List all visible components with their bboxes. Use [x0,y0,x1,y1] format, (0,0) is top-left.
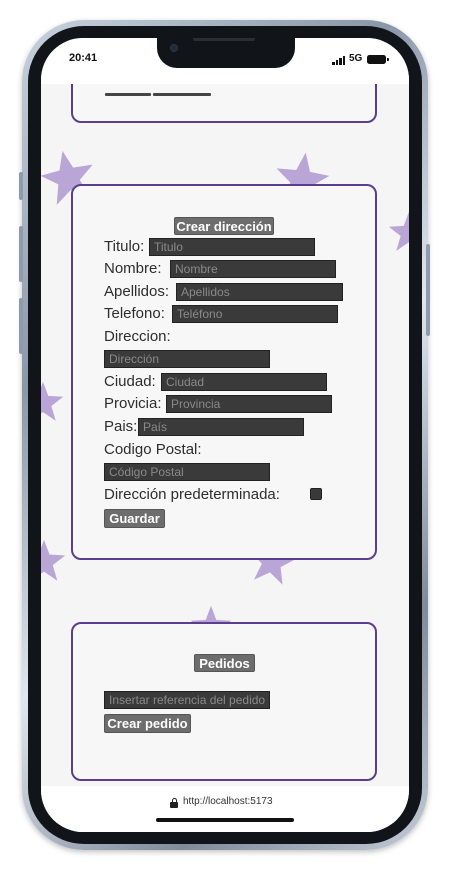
status-bar: 20:41 5G [41,38,409,84]
battery-icon [367,55,389,64]
camera [170,44,178,52]
url-text[interactable]: http://localhost:5173 [183,796,273,807]
save-button[interactable]: Guardar [104,509,165,528]
address-input[interactable]: Dirección [104,350,270,368]
province-input[interactable]: Provincia [166,395,332,413]
power-button [426,244,430,336]
orders-card: Pedidos Insertar referencia del pedido C… [71,622,377,781]
postal-code-input[interactable]: Código Postal [104,463,270,481]
create-order-button[interactable]: Crear pedido [104,714,191,733]
address-label: Direccion: [104,328,171,345]
title-input[interactable]: Titulo [149,238,315,256]
browser-url-bar[interactable]: http://localhost:5173 [41,786,409,832]
signal-icon [332,56,346,65]
star-icon [388,211,409,251]
lock-icon [170,798,178,808]
country-input[interactable]: País [138,418,304,436]
postal-code-label: Codigo Postal: [104,441,202,458]
title-label: Titulo: [104,238,145,255]
previous-card-element [153,93,211,96]
name-label: Nombre: [104,260,162,277]
volume-down-button [19,298,23,354]
order-reference-input[interactable]: Insertar referencia del pedido [104,691,270,709]
notch [157,38,295,68]
phone-input[interactable]: Teléfono [172,305,338,323]
default-address-label: Dirección predeterminada: [104,486,280,503]
star-icon [41,381,64,421]
name-input[interactable]: Nombre [170,260,336,278]
city-input[interactable]: Ciudad [161,373,327,391]
page-content[interactable]: Crear dirección Titulo: Titulo Nombre: N… [41,84,409,786]
surname-label: Apellidos: [104,283,170,300]
city-label: Ciudad: [104,373,156,390]
star-icon [41,539,66,581]
province-label: Provicia: [104,395,162,412]
network-type: 5G [349,53,363,64]
status-time: 20:41 [69,52,98,64]
orders-button[interactable]: Pedidos [194,654,255,672]
home-indicator[interactable] [156,818,294,822]
address-form-card: Crear dirección Titulo: Titulo Nombre: N… [71,184,377,560]
volume-up-button [19,226,23,282]
mute-switch [19,172,23,200]
create-address-button[interactable]: Crear dirección [174,217,274,235]
phone-screen: 20:41 5G Crear dirección Titulo: Titulo … [41,38,409,832]
speaker [193,38,255,41]
previous-card-element [105,93,151,96]
country-label: Pais: [104,418,138,435]
surname-input[interactable]: Apellidos [176,283,343,301]
previous-card [71,84,377,123]
phone-label: Telefono: [104,305,165,322]
default-address-checkbox[interactable] [310,488,322,500]
